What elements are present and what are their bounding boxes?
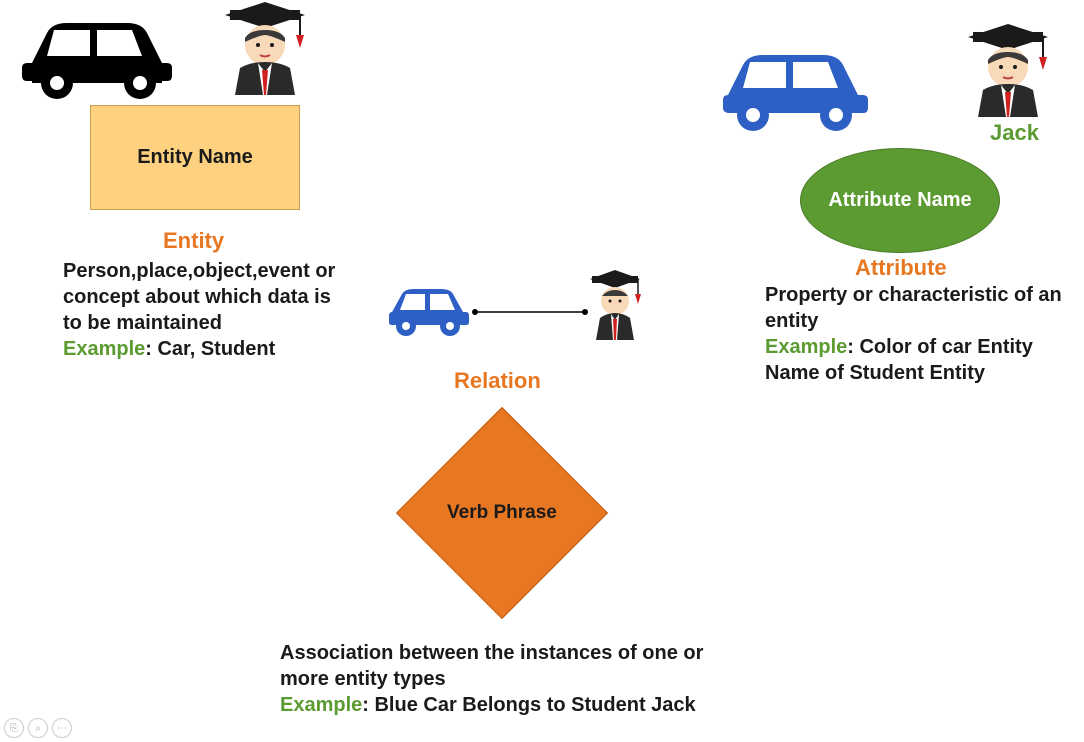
entity-box-label: Entity Name	[137, 146, 253, 169]
relation-shape-label: Verb Phrase	[447, 502, 557, 524]
relation-description: Association between the instances of one…	[280, 640, 750, 718]
toolbar-btn-zoom[interactable]: ⌕	[28, 718, 48, 738]
toolbar-btn-1[interactable]: ⎘	[4, 718, 24, 738]
car-icon-blue	[708, 40, 883, 140]
student-name-label: Jack	[990, 120, 1039, 146]
attribute-shape-label: Attribute Name	[828, 189, 971, 212]
relation-connector	[470, 302, 590, 322]
entity-title: Entity	[163, 228, 224, 254]
relation-title: Relation	[454, 368, 541, 394]
entity-description: Person,place,object,event or concept abo…	[63, 258, 353, 362]
car-icon-blue-small	[380, 280, 475, 345]
toolbar: ⎘ ⌕ ⋯	[4, 718, 72, 738]
entity-rectangle: Entity Name	[90, 105, 300, 210]
student-icon-attr	[953, 22, 1063, 127]
student-icon-small	[580, 268, 650, 348]
toolbar-btn-more[interactable]: ⋯	[52, 718, 72, 738]
attribute-description: Property or characteristic of an entity …	[765, 282, 1075, 386]
relation-diamond: Verb Phrase	[427, 438, 577, 588]
attribute-ellipse: Attribute Name	[800, 148, 1000, 253]
car-icon-black	[12, 8, 187, 108]
student-icon	[210, 0, 320, 105]
attribute-title: Attribute	[855, 255, 947, 281]
